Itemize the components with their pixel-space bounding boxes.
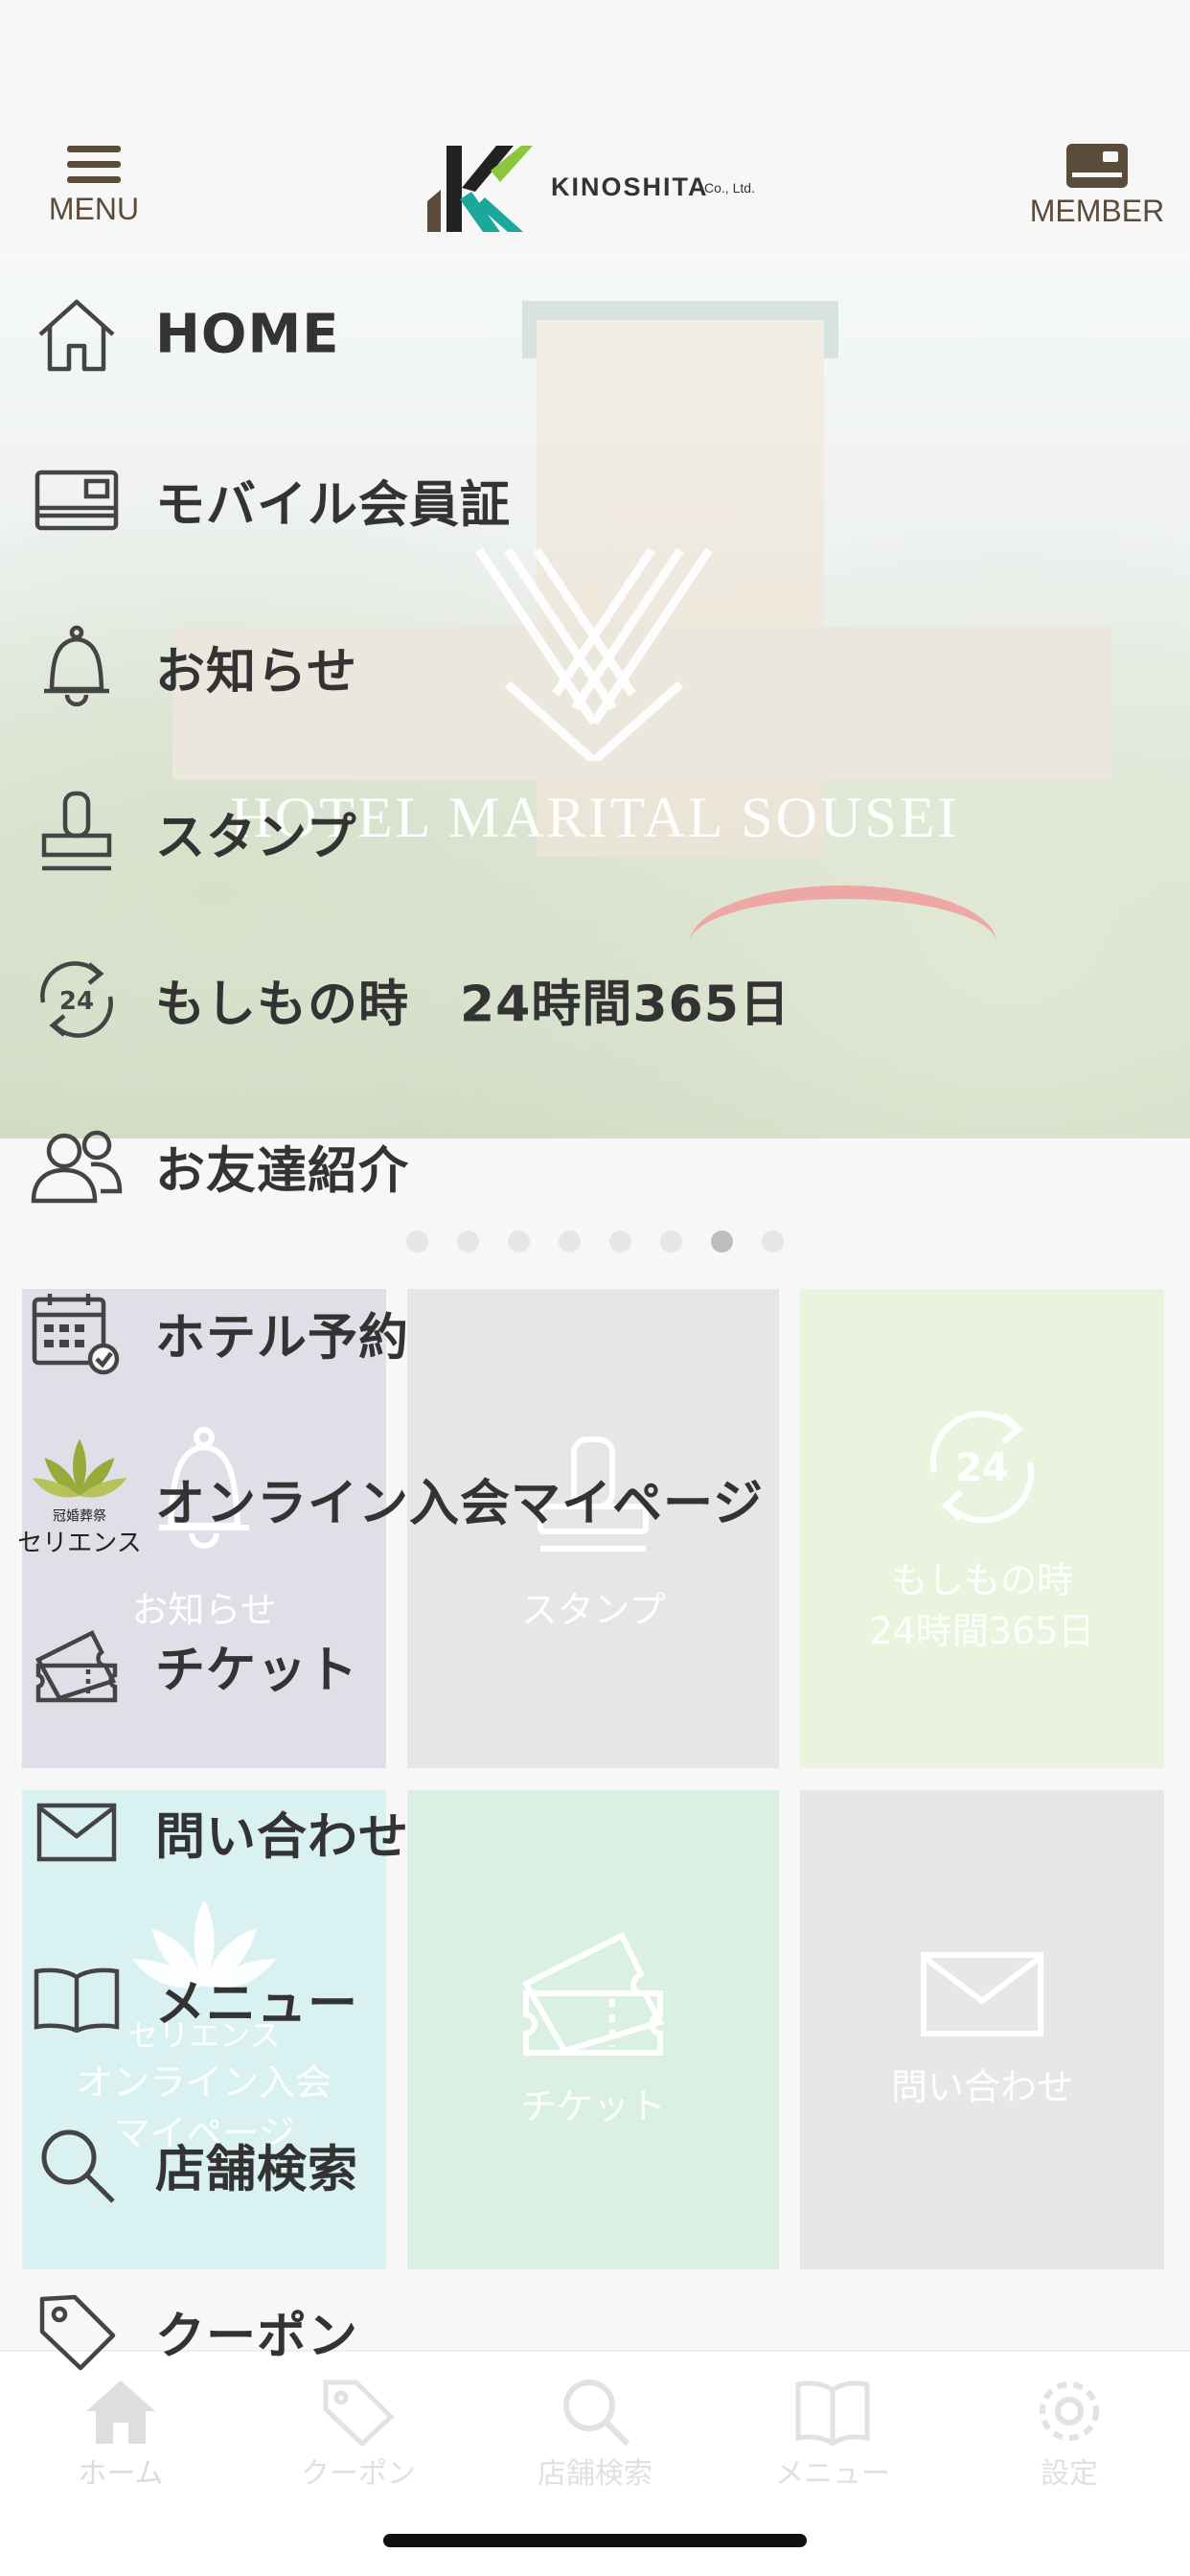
- book-icon: [29, 1951, 125, 2047]
- member-card-icon: [1066, 144, 1128, 188]
- menu-item-label: クーポン: [155, 2308, 359, 2366]
- tab-coupon[interactable]: クーポン: [240, 2377, 477, 2492]
- menu-item-online-mypage[interactable]: 冠婚葬祭 セリエンス オンライン入会マイページ: [0, 1438, 958, 1559]
- menu-button[interactable]: MENU: [42, 144, 146, 227]
- users-icon: [29, 1118, 125, 1214]
- menu-item-hotel-booking[interactable]: ホテル予約: [0, 1276, 958, 1391]
- member-label: MEMBER: [1029, 194, 1165, 228]
- menu-item-label: スタンプ: [155, 809, 357, 867]
- menu-item-label: メニュー: [155, 1975, 359, 2034]
- refresh-24-icon: 24: [29, 952, 125, 1047]
- selience-brand: セリエンス: [17, 1529, 142, 1558]
- logo-wordmark: KINOSHITA: [551, 172, 709, 201]
- card-icon: [29, 452, 125, 548]
- menu-item-contact[interactable]: 問い合わせ: [0, 1775, 958, 1890]
- tab-label: クーポン: [301, 2457, 416, 2491]
- search-icon: [29, 2117, 125, 2213]
- menu-item-emergency[interactable]: 24 もしもの時 24時間365日: [0, 942, 958, 1057]
- tab-label: ホーム: [78, 2457, 164, 2491]
- tab-label: 店舗検索: [538, 2457, 652, 2491]
- menu-item-label: ホテル予約: [155, 1309, 410, 1368]
- mail-icon: [29, 1784, 125, 1880]
- menu-label: MENU: [48, 192, 140, 226]
- selience-logo: 冠婚葬祭 セリエンス: [8, 1438, 151, 1559]
- menu-item-label: モバイル会員証: [155, 476, 512, 535]
- menu-item-stamp[interactable]: スタンプ: [0, 775, 958, 890]
- tab-label: メニュー: [775, 2457, 890, 2491]
- menu-item-news[interactable]: お知らせ: [0, 610, 958, 724]
- menu-item-label: HOME: [155, 303, 340, 366]
- menu-item-menu[interactable]: メニュー: [0, 1942, 958, 2057]
- svg-text:24: 24: [59, 987, 94, 1016]
- bell-icon: [29, 619, 125, 715]
- menu-item-label: 問い合わせ: [155, 1808, 410, 1867]
- stamp-icon: [29, 785, 125, 881]
- menu-item-home[interactable]: HOME: [0, 277, 958, 392]
- selience-leaf-icon: [32, 1438, 127, 1498]
- tab-settings[interactable]: 設定: [950, 2377, 1188, 2492]
- ticket-icon: [29, 1618, 125, 1714]
- home-indicator[interactable]: [383, 2534, 807, 2547]
- hamburger-icon: [67, 146, 121, 183]
- tab-home[interactable]: ホーム: [2, 2377, 240, 2492]
- menu-item-label: オンライン入会マイページ: [155, 1475, 764, 1533]
- kinoshita-logo[interactable]: KINOSHITA Co., Ltd.: [422, 142, 786, 238]
- menu-item-label: お友達紹介: [155, 1142, 410, 1201]
- app-header: MENU KINOSHITA Co., Ltd. MEMBER: [0, 0, 1190, 253]
- calendar-check-icon: [29, 1285, 125, 1381]
- side-menu: HOME モバイル会員証 お知らせ スタンプ 24 もしもの時 24時間365日…: [0, 253, 1190, 2371]
- menu-item-label: 店舗検索: [155, 2141, 359, 2199]
- menu-item-ticket[interactable]: チケット: [0, 1608, 958, 1723]
- home-icon: [29, 287, 125, 382]
- gear-icon: [1040, 2381, 1099, 2441]
- member-button[interactable]: MEMBER: [1025, 144, 1169, 229]
- tab-label: 設定: [1041, 2457, 1098, 2491]
- tab-menu[interactable]: メニュー: [714, 2377, 951, 2492]
- tag-icon: [29, 2284, 125, 2380]
- tab-store-search[interactable]: 店舗検索: [476, 2377, 714, 2492]
- menu-item-friend-referral[interactable]: お友達紹介: [0, 1109, 958, 1224]
- selience-sub: 冠婚葬祭: [53, 1508, 106, 1525]
- menu-item-store-search[interactable]: 店舗検索: [0, 2107, 958, 2222]
- menu-item-label: お知らせ: [155, 643, 357, 702]
- menu-item-label: もしもの時 24時間365日: [155, 976, 790, 1034]
- menu-item-coupon[interactable]: クーポン: [0, 2274, 958, 2389]
- kinoshita-k-icon: [427, 146, 533, 232]
- menu-item-label: チケット: [155, 1642, 359, 1700]
- menu-item-mobile-card[interactable]: モバイル会員証: [0, 443, 958, 558]
- logo-suffix: Co., Ltd.: [704, 180, 755, 196]
